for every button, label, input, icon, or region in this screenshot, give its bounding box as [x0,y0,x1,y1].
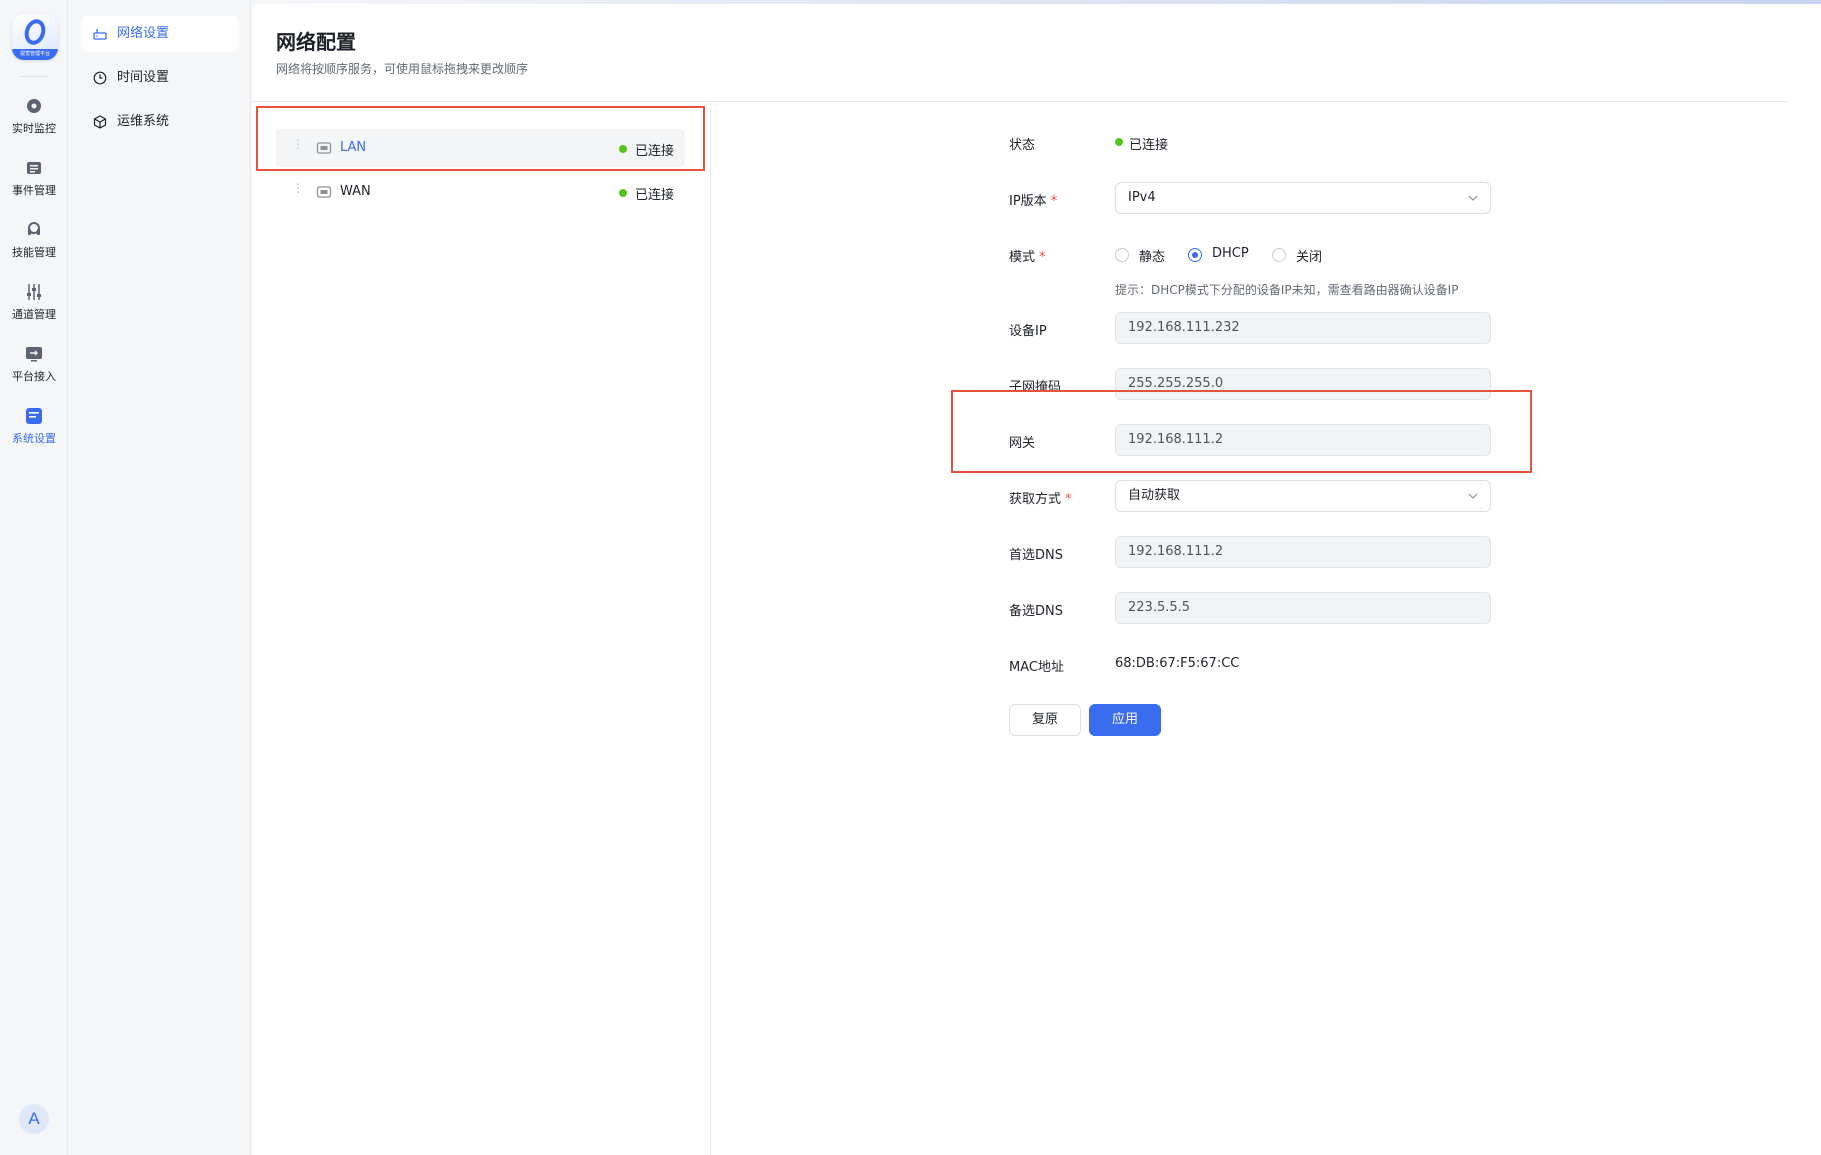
radio-label: 静态 [1139,250,1166,265]
rail-item-label: 通道管理 [12,308,56,321]
rail-item-monitor[interactable]: 实时监控 [0,96,68,148]
event-icon [27,162,41,174]
ops-icon [93,115,107,129]
acquire-method-label: 获取方式 * [1009,492,1072,507]
clock-icon [93,71,107,85]
chevron-down-icon [1468,493,1478,499]
submenu-item-time[interactable]: 时间设置 [81,60,239,96]
rail-item-skills[interactable]: 技能管理 [0,220,68,272]
rail-item-system-settings[interactable]: 系统设置 [0,406,68,458]
system-settings-icon [26,408,42,424]
mac-value: 68:DB:67:F5:67:CC [1115,656,1240,671]
monitor-icon [27,99,41,113]
rail-divider [20,76,48,77]
subnet-mask-label: 子网掩码 [1009,380,1062,395]
submenu-item-label: 运维系统 [117,114,170,129]
status-connected-dot [1115,138,1123,146]
acquire-method-select[interactable]: 自动获取 [1115,480,1491,512]
network-list: ⋮ LAN 已连接 ⋮ WAN 已连接 [252,102,711,1155]
rail-item-label: 技能管理 [12,246,56,259]
network-status: 已连接 [635,144,675,159]
network-status: 已连接 [635,188,675,203]
radio-label: DHCP [1212,246,1249,261]
connected-dot [619,189,627,197]
drag-handle-icon[interactable]: ⋮ [292,138,304,156]
rail-item-channels[interactable]: 通道管理 [0,282,68,334]
logo-text: 视觉管理平台 [12,49,58,60]
network-name: WAN [340,184,371,199]
network-name: LAN [340,140,367,155]
network-item-lan[interactable]: ⋮ LAN 已连接 [276,129,685,167]
ethernet-icon [316,142,332,154]
ip-version-label: IP版本 * [1009,194,1058,209]
radio-circle [1115,248,1129,262]
submenu-item-label: 时间设置 [117,70,170,85]
channel-icon [27,284,41,300]
secondary-dns-label: 备选DNS [1009,604,1063,619]
ip-version-select[interactable]: IPv4 [1115,182,1491,214]
settings-submenu: 网络设置 时间设置 运维系统 [69,0,251,1155]
acquire-method-value: 自动获取 [1128,488,1181,503]
rail-item-events[interactable]: 事件管理 [0,158,68,210]
left-rail: 视觉管理平台 实时监控 事件管理 技能管理 通道管理 平台接入 系统设置 A [0,0,68,1155]
status-value: 已连接 [1129,138,1169,153]
connected-dot [619,145,627,153]
submenu-item-label: 网络设置 [117,26,170,41]
gateway-field[interactable]: 192.168.111.2 [1115,424,1491,456]
rail-item-label: 平台接入 [12,370,56,383]
rail-item-label: 实时监控 [12,122,56,135]
platform-icon [26,347,42,362]
status-label: 状态 [1009,138,1036,153]
reset-button[interactable]: 复原 [1009,704,1081,736]
radio-circle [1188,248,1202,262]
ip-version-value: IPv4 [1128,190,1156,205]
app-logo[interactable]: 视觉管理平台 [12,14,58,60]
drag-handle-icon[interactable]: ⋮ [292,182,304,200]
submenu-item-ops[interactable]: 运维系统 [81,104,239,140]
logo-mark-icon [21,16,49,48]
secondary-dns-field[interactable]: 223.5.5.5 [1115,592,1491,624]
chevron-down-icon [1468,195,1478,201]
device-ip-field[interactable]: 192.168.111.232 [1115,312,1491,344]
primary-dns-field[interactable]: 192.168.111.2 [1115,536,1491,568]
mac-label: MAC地址 [1009,660,1064,675]
network-item-wan[interactable]: ⋮ WAN 已连接 [276,173,685,211]
primary-dns-label: 首选DNS [1009,548,1063,563]
mode-hint: 提示：DHCP模式下分配的设备IP未知，需查看路由器确认设备IP [1115,283,1459,297]
mode-label: 模式 * [1009,250,1046,265]
device-ip-label: 设备IP [1009,324,1047,339]
radio-label: 关闭 [1296,250,1323,265]
skill-icon [28,222,40,235]
rail-item-label: 事件管理 [12,184,56,197]
page-title: 网络配置 [276,30,356,54]
radio-circle [1272,248,1286,262]
main-panel: 网络配置 网络将按顺序服务，可使用鼠标拖拽来更改顺序 ⋮ LAN 已连接 ⋮ W… [252,4,1821,1155]
rail-item-platform[interactable]: 平台接入 [0,344,68,396]
rail-item-label: 系统设置 [12,432,56,445]
subnet-mask-field[interactable]: 255.255.255.0 [1115,368,1491,400]
network-icon [93,29,107,40]
submenu-item-network[interactable]: 网络设置 [81,16,239,52]
apply-button[interactable]: 应用 [1089,704,1161,736]
avatar[interactable]: A [19,1104,49,1134]
ethernet-icon [316,186,332,198]
page-subtitle: 网络将按顺序服务，可使用鼠标拖拽来更改顺序 [276,62,529,76]
gateway-label: 网关 [1009,436,1036,451]
